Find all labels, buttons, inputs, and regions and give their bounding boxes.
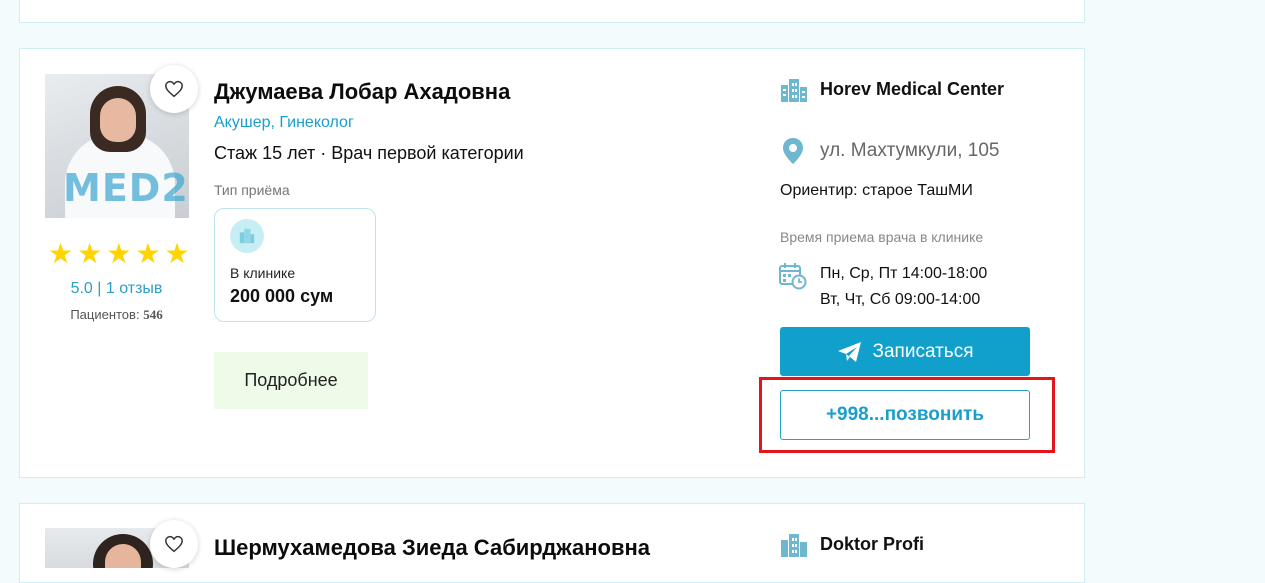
favorite-button-next[interactable] bbox=[150, 520, 198, 568]
clinic-address[interactable]: ул. Махтумкули, 105 bbox=[820, 140, 999, 162]
calendar-clock-icon bbox=[779, 262, 807, 295]
doctor-experience: Стаж 15 лет · Врач первой категории bbox=[214, 143, 524, 163]
clinic-hours-label: Время приема врача в клинике bbox=[780, 229, 984, 245]
doctor-card-previous bbox=[19, 0, 1085, 23]
appointment-type-label: Тип приёма bbox=[214, 182, 290, 198]
appointment-location: В клинике bbox=[230, 265, 296, 281]
rating-stars: ★ ★ ★ ★ ★ bbox=[48, 240, 190, 268]
book-appointment-button[interactable]: Записаться bbox=[780, 327, 1030, 376]
appointment-price: 200 000 сум bbox=[230, 286, 334, 306]
rating-reviews-link[interactable]: 5.0 | 1 отзыв bbox=[44, 280, 189, 298]
clinic-name-next[interactable]: Doktor Profi bbox=[820, 534, 924, 555]
star-icon: ★ bbox=[135, 237, 161, 270]
clinic-hours-line-2: Вт, Чт, Сб 09:00-14:00 bbox=[820, 291, 981, 308]
patients-count: Пациентов: 546 bbox=[44, 307, 189, 323]
telegram-plane-icon bbox=[837, 341, 861, 362]
star-icon: ★ bbox=[106, 237, 132, 270]
map-pin-icon bbox=[782, 137, 804, 170]
hospital-building-icon bbox=[780, 77, 808, 108]
star-icon: ★ bbox=[77, 237, 103, 270]
hospital-building-icon bbox=[780, 532, 808, 563]
hospital-building-icon bbox=[230, 219, 264, 253]
doctor-name-next[interactable]: Шермухамедова Зиеда Сабирджановна bbox=[214, 535, 650, 561]
clinic-hours-line-1: Пн, Ср, Пт 14:00-18:00 bbox=[820, 265, 988, 282]
doctor-specialty[interactable]: Акушер, Гинеколог bbox=[214, 114, 354, 132]
clinic-name[interactable]: Horev Medical Center bbox=[820, 79, 1004, 100]
annotation-highlight-box bbox=[759, 377, 1055, 453]
patients-label: Пациентов: bbox=[70, 307, 140, 322]
appointment-option-clinic[interactable]: В клинике 200 000 сум bbox=[214, 208, 376, 322]
heart-icon bbox=[165, 535, 183, 553]
book-button-label: Записаться bbox=[872, 340, 974, 362]
patients-value: 546 bbox=[143, 307, 163, 322]
favorite-button[interactable] bbox=[150, 65, 198, 113]
clinic-landmark: Ориентир: старое ТашМИ bbox=[780, 182, 973, 199]
heart-icon bbox=[165, 80, 183, 98]
photo-watermark: MED24 bbox=[63, 166, 189, 210]
star-icon: ★ bbox=[164, 237, 190, 270]
details-button[interactable]: Подробнее bbox=[214, 352, 368, 409]
star-icon: ★ bbox=[48, 237, 74, 270]
doctor-name[interactable]: Джумаева Лобар Ахадовна bbox=[214, 79, 510, 105]
